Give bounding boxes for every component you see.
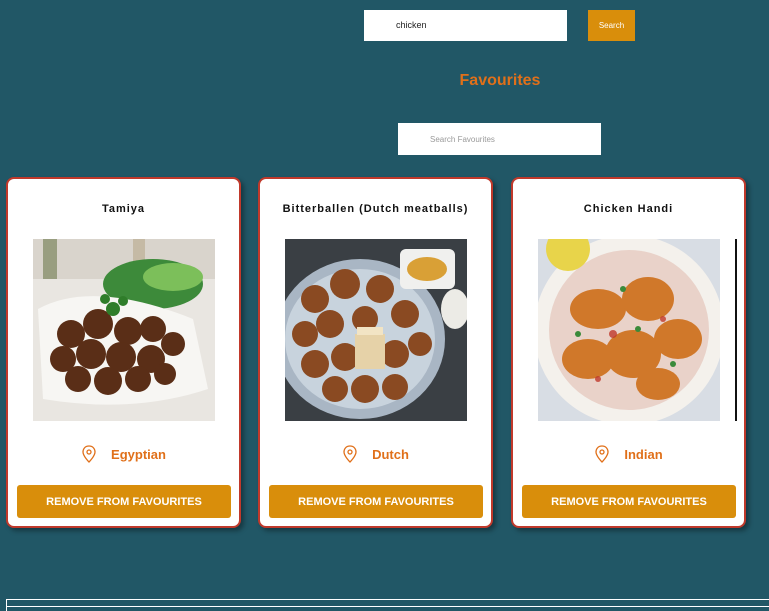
location-pin-icon xyxy=(594,445,610,463)
card-title: Chicken Handi xyxy=(583,203,674,215)
remove-from-favourites-button[interactable]: REMOVE FROM FAVOURITES xyxy=(17,485,231,518)
location-pin-icon xyxy=(342,445,358,463)
page: chicken Search Favourites Tamiya xyxy=(0,0,769,611)
remove-from-favourites-button[interactable]: REMOVE FROM FAVOURITES xyxy=(522,485,736,518)
location-pin-icon xyxy=(81,445,97,463)
area-label: Egyptian xyxy=(111,446,166,462)
meal-image xyxy=(33,239,215,421)
favourites-heading: Favourites xyxy=(459,72,541,89)
footer-divider xyxy=(6,599,769,611)
favourite-card: Bitterballen (Dutch meatballs) Dutch REM… xyxy=(258,177,493,528)
remove-from-favourites-button[interactable]: REMOVE FROM FAVOURITES xyxy=(269,485,483,518)
meal-image xyxy=(285,239,467,421)
area-row: Egyptian xyxy=(8,444,239,464)
area-row: Indian xyxy=(513,444,744,464)
area-label: Indian xyxy=(624,446,663,462)
search-button[interactable]: Search xyxy=(588,10,635,41)
favourite-card: Chicken Handi Indian REMOVE FROM FAVOURI… xyxy=(511,177,746,528)
favourite-card: Tamiya Egyptian REMOVE FROM FAVOURITES xyxy=(6,177,241,528)
meal-image xyxy=(538,239,720,421)
favourites-search-input[interactable] xyxy=(398,123,601,155)
card-title: Tamiya xyxy=(101,203,146,215)
area-row: Dutch xyxy=(260,444,491,464)
scroll-indicator xyxy=(735,239,737,421)
card-title: Bitterballen (Dutch meatballs) xyxy=(282,203,469,215)
meal-search-input[interactable]: chicken xyxy=(364,10,567,41)
area-label: Dutch xyxy=(372,446,409,462)
